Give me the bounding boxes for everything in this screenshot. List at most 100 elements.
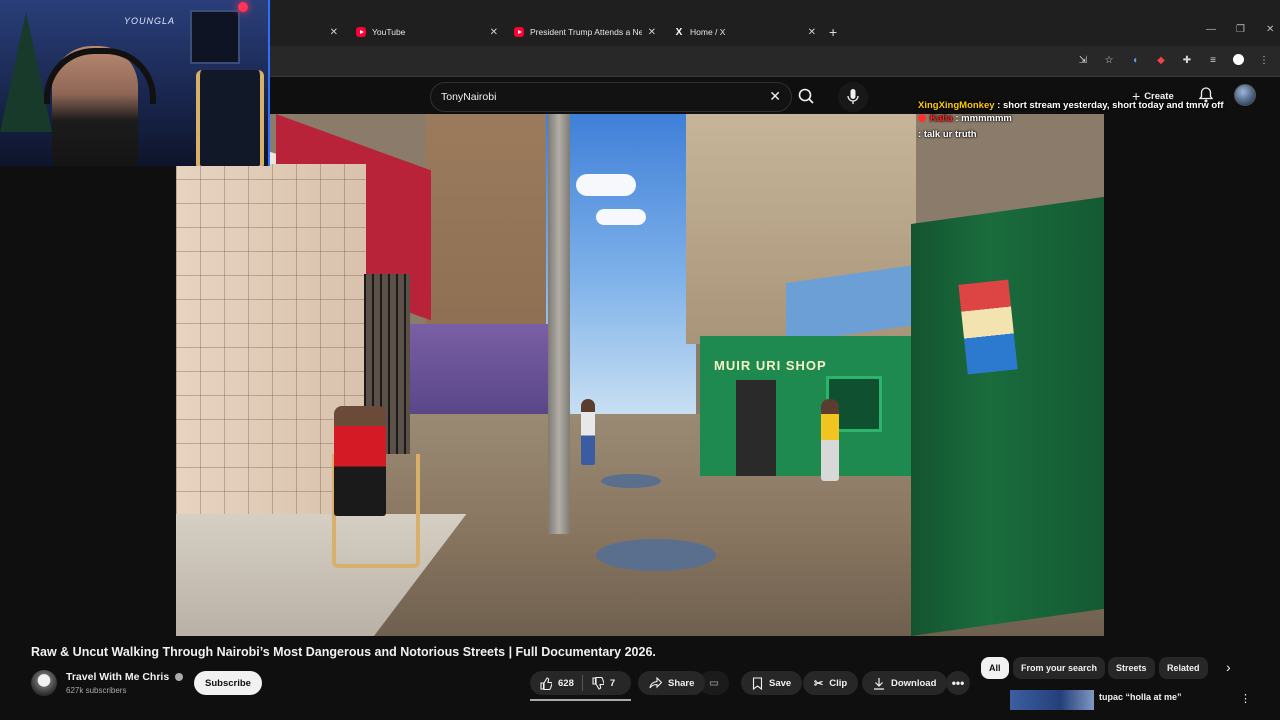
- save-button[interactable]: Save: [741, 671, 803, 695]
- stream-chat-overlay: XingXingMonkey : short stream yesterday,…: [918, 97, 1224, 143]
- scene-poster: [958, 279, 1018, 375]
- scene-utility-pole: [548, 114, 570, 534]
- restore-icon[interactable]: ❐: [1236, 24, 1245, 35]
- chip-all[interactable]: All: [981, 657, 1009, 679]
- download-icon: [874, 677, 884, 690]
- like-dislike-group: 628 7: [530, 671, 631, 695]
- scene-walking-person: [581, 399, 595, 465]
- thumbs-up-icon: [540, 676, 552, 690]
- clip-label: Clip: [829, 677, 848, 689]
- tab-youtube[interactable]: YouTube ✕: [356, 18, 498, 46]
- save-label: Save: [769, 677, 792, 689]
- reading-list-icon[interactable]: ≡: [1207, 54, 1219, 66]
- gaming-chair: [196, 70, 264, 166]
- share-button[interactable]: Share: [638, 671, 706, 695]
- ornament-light: [238, 2, 248, 12]
- profile-icon[interactable]: [1233, 54, 1244, 65]
- extension-audio-icon[interactable]: ◖: [1129, 54, 1141, 66]
- tab-trump-video[interactable]: President Trump Attends a New ✕: [514, 18, 656, 46]
- minimize-icon[interactable]: —: [1206, 24, 1216, 35]
- chat-message: : talk ur truth: [918, 129, 977, 140]
- tab-blank[interactable]: ✕: [276, 18, 338, 46]
- like-ratio-bar: [530, 699, 631, 701]
- recommendation-thumbnail[interactable]: [1010, 690, 1094, 710]
- streamer-webcam: YOUNGLA: [0, 0, 270, 166]
- video-player[interactable]: MUIR URI SHOP: [176, 114, 1104, 636]
- scene-standing-person: [821, 399, 839, 481]
- download-button[interactable]: Download: [862, 671, 948, 695]
- install-app-icon[interactable]: ⇲: [1077, 54, 1089, 66]
- close-window-icon[interactable]: ✕: [1266, 24, 1274, 35]
- scene-shop-door: [736, 380, 776, 476]
- scissors-icon: ✂: [814, 677, 824, 690]
- clip-button[interactable]: ✂ Clip: [803, 671, 859, 695]
- chat-username: Kalia: [930, 113, 953, 124]
- tab-close-icon[interactable]: ✕: [648, 27, 656, 38]
- menu-kebab-icon[interactable]: ⋮: [1258, 54, 1270, 66]
- more-horizontal-icon: •••: [951, 676, 965, 690]
- youtube-icon: [356, 27, 366, 37]
- chip-streets[interactable]: Streets: [1108, 657, 1155, 679]
- scene-cloud: [576, 174, 636, 196]
- shop-sign-text: MUIR URI SHOP: [714, 358, 827, 373]
- clear-search-icon[interactable]: ✕: [769, 88, 781, 105]
- subscribe-button[interactable]: Subscribe: [194, 671, 262, 695]
- thumbs-down-icon: [592, 676, 604, 690]
- scene-green-shop: [700, 336, 916, 476]
- microphone-icon: [847, 89, 859, 104]
- recommendation-title[interactable]: tupac “holla at me”: [1099, 692, 1182, 702]
- scene-green-gate: [911, 196, 1104, 636]
- dislike-count: 7: [609, 677, 616, 689]
- x-icon: X: [675, 26, 683, 38]
- wall-frame: [190, 10, 240, 64]
- youtube-icon: [514, 27, 524, 37]
- chat-text: talk ur truth: [923, 129, 977, 140]
- scene-puddle: [596, 539, 716, 571]
- chat-text: mmmmmm: [961, 113, 1012, 124]
- search-icon: [798, 88, 814, 104]
- scene-puddle: [601, 474, 661, 488]
- more-actions-button[interactable]: •••: [946, 671, 970, 695]
- chat-text: short stream yesterday, short today and …: [1003, 100, 1224, 111]
- christmas-tree: [0, 12, 52, 132]
- recommendation-more-icon[interactable]: ⋮: [1240, 692, 1251, 705]
- tab-close-icon[interactable]: ✕: [490, 27, 498, 38]
- tab-close-icon[interactable]: ✕: [330, 27, 338, 38]
- extensions-puzzle-icon[interactable]: ✚: [1181, 54, 1193, 66]
- scene-seated-man: [334, 406, 386, 516]
- bookmark-icon: [752, 676, 763, 690]
- channel-name[interactable]: Travel With Me Chris: [66, 671, 169, 683]
- chip-from-your-search[interactable]: From your search: [1013, 657, 1106, 679]
- dislike-button[interactable]: 7: [591, 676, 616, 690]
- youngla-logo: YOUNGLA: [124, 16, 176, 26]
- share-icon: [649, 677, 662, 689]
- tab-close-icon[interactable]: ✕: [808, 27, 816, 38]
- tab-label: Home / X: [690, 27, 726, 37]
- chat-badge-icon: [918, 114, 926, 123]
- chip-related[interactable]: Related: [1159, 657, 1208, 679]
- search-button[interactable]: [790, 82, 824, 112]
- share-label: Share: [668, 677, 695, 689]
- search-box[interactable]: TonyNairobi ✕: [430, 82, 792, 112]
- video-title: Raw & Uncut Walking Through Nairobi’s Mo…: [31, 645, 656, 659]
- voice-search-button[interactable]: [838, 82, 868, 112]
- like-divider: [581, 675, 583, 691]
- like-button[interactable]: 628: [539, 676, 574, 690]
- extension-shield-icon[interactable]: ◆: [1155, 54, 1167, 66]
- tab-x-home[interactable]: X Home / X ✕: [674, 18, 816, 46]
- like-count: 628: [558, 677, 574, 689]
- account-avatar[interactable]: [1234, 84, 1256, 106]
- new-tab-button[interactable]: +: [829, 24, 837, 40]
- channel-name-row[interactable]: Travel With Me Chris: [66, 671, 184, 683]
- bookmark-star-icon[interactable]: ☆: [1103, 54, 1115, 66]
- subscriber-count: 627k subscribers: [66, 686, 127, 695]
- chevron-right-icon[interactable]: ›: [1226, 659, 1231, 675]
- search-input[interactable]: TonyNairobi: [441, 91, 496, 103]
- tab-label: YouTube: [372, 27, 406, 37]
- scene-cloud: [596, 209, 646, 225]
- remix-button[interactable]: ▭: [699, 671, 729, 695]
- channel-avatar[interactable]: [31, 670, 57, 696]
- tab-label: President Trump Attends a New: [530, 27, 642, 37]
- download-label: Download: [891, 677, 937, 689]
- remix-icon: ▭: [709, 677, 719, 689]
